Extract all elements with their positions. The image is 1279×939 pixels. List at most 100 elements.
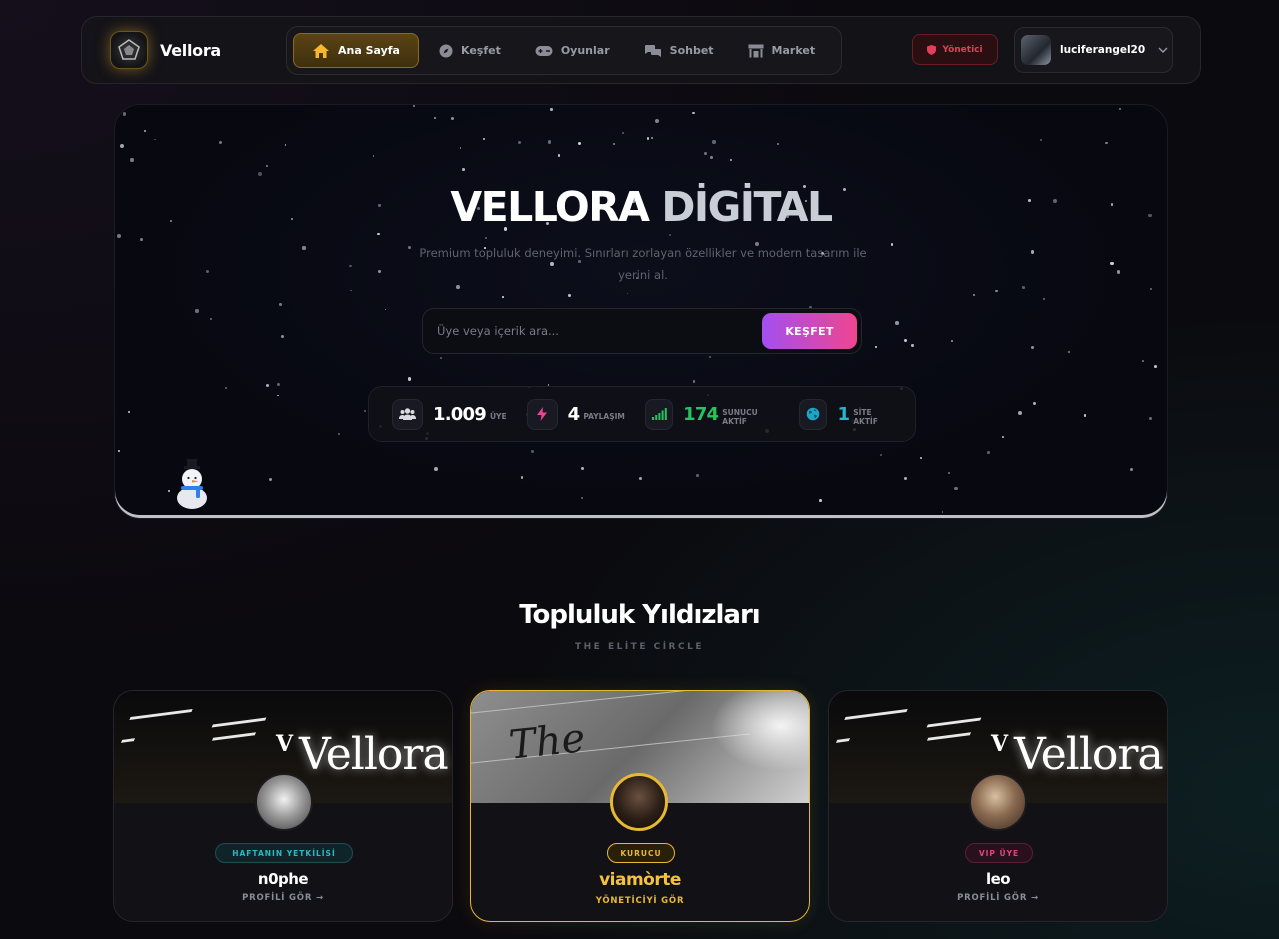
users-icon [392,398,423,430]
snowflake [1068,350,1071,353]
hero-title: VELLORA DİGİTAL [450,183,833,231]
snowflake [1033,402,1036,405]
snowflake [953,486,958,491]
snowflake [450,116,455,121]
snowflake [987,450,991,454]
snowflake [895,321,899,325]
snowflake [280,334,285,338]
snowflake [118,450,121,452]
snowflake [1149,287,1152,290]
avatar[interactable] [969,773,1027,831]
snowflake [1083,414,1086,417]
banner-text: Vellora [1014,729,1164,780]
snowflake [154,138,157,141]
snowflake [205,270,209,274]
stat-members: 1.009 ÜYE [392,398,507,430]
profile-link[interactable]: PROFİLİ GÖR → [829,893,1167,903]
snowflake [1142,360,1144,362]
snowflake [550,108,554,112]
stat-label: ÜYE [489,412,507,421]
stat-value: 174 [683,403,719,425]
snowflake [941,511,944,514]
chevron-down-icon [1158,47,1168,53]
avatar[interactable] [255,773,313,831]
snowflake [1030,250,1034,254]
member-card[interactable]: V Vellora HAFTANIN YETKİLİSİ n0phe PROFİ… [113,690,453,922]
snowflake [116,234,121,239]
stats-bar: 1.009 ÜYE 4 PAYLAŞIM 174 SUNUCU AKTİF 1 … [368,386,916,442]
snowflake [911,343,915,347]
store-icon [748,44,764,57]
snowflake [413,105,416,108]
snowflake [276,382,280,386]
snowflake [729,159,732,162]
hero-section: VELLORA DİGİTAL Premium topluluk deneyim… [114,104,1168,519]
snowflake [277,394,279,397]
home-icon [313,43,329,58]
member-card[interactable]: The KURUCU viamòrte YÖNETİCİYİ GÖR [470,690,810,922]
snowflake [434,117,437,120]
snowflake [440,357,442,359]
section-title: Topluluk Yıldızları [519,600,760,630]
snowflake [225,386,228,390]
snowflake [547,140,552,144]
snowflake [776,142,780,145]
section-subtitle: THE ELİTE CİRCLE [575,642,704,652]
shield-icon [927,44,937,55]
nav-item-games[interactable]: Oyunlar [521,33,624,68]
snowflake [258,172,262,176]
logo-icon [110,31,148,69]
snowflake [879,453,882,456]
snowflake [1130,468,1134,471]
stat-label: SUNUCU AKTİF [722,407,758,426]
snowflake [655,119,660,124]
snowflake [1022,285,1025,289]
snowflake [279,302,283,306]
user-menu[interactable]: luciferangel20 [1014,27,1173,73]
snowflake [950,339,953,342]
brand[interactable]: Vellora [110,31,221,69]
snowflake [819,498,822,502]
snowflake [1154,365,1158,369]
snowflake [708,355,711,358]
nav-item-market[interactable]: Market [734,33,830,68]
stat-posts: 4 PAYLAŞIM [526,398,625,430]
snowflake [703,152,707,156]
snowflake [875,346,877,349]
snowflake [1148,416,1153,421]
snowflake [372,155,375,157]
snowflake [337,432,340,435]
snowflake [461,167,465,171]
nav-item-chat[interactable]: Sohbet [630,33,728,68]
admin-link[interactable]: YÖNETİCİYİ GÖR [471,896,809,906]
avatar[interactable] [610,773,668,831]
snowflake [903,338,908,343]
member-card[interactable]: V Vellora VIP ÜYE leo PROFİLİ GÖR → [828,690,1168,922]
nav-item-explore[interactable]: Keşfet [425,33,515,68]
stat-value: 1 [837,403,850,425]
snowflake [130,158,134,162]
stat-label: SİTE AKTİF [853,407,878,426]
admin-button[interactable]: Yönetici [912,34,998,65]
snowflake [995,289,998,293]
username: luciferangel20 [1060,44,1146,56]
hero-subtitle: Premium topluluk deneyimi. Sınırları zor… [419,246,867,282]
snowflake [140,237,144,241]
snowflake [502,296,505,299]
snowflake [692,380,696,383]
snowflake [377,232,380,236]
search-input[interactable] [437,318,737,344]
snowflake [691,111,695,115]
snowflake [626,292,629,295]
snowflake [209,318,213,321]
profile-link[interactable]: PROFİLİ GÖR → [114,893,452,903]
snowflake [568,293,572,297]
snowflake [557,154,561,158]
member-name: n0phe [257,870,309,888]
nav-item-home[interactable]: Ana Sayfa [293,33,419,68]
avatar [1021,35,1051,65]
explore-button[interactable]: KEŞFET [762,313,857,349]
compass-icon [439,44,453,57]
banner-text: The [506,715,588,769]
stat-value: 1.009 [433,403,487,425]
